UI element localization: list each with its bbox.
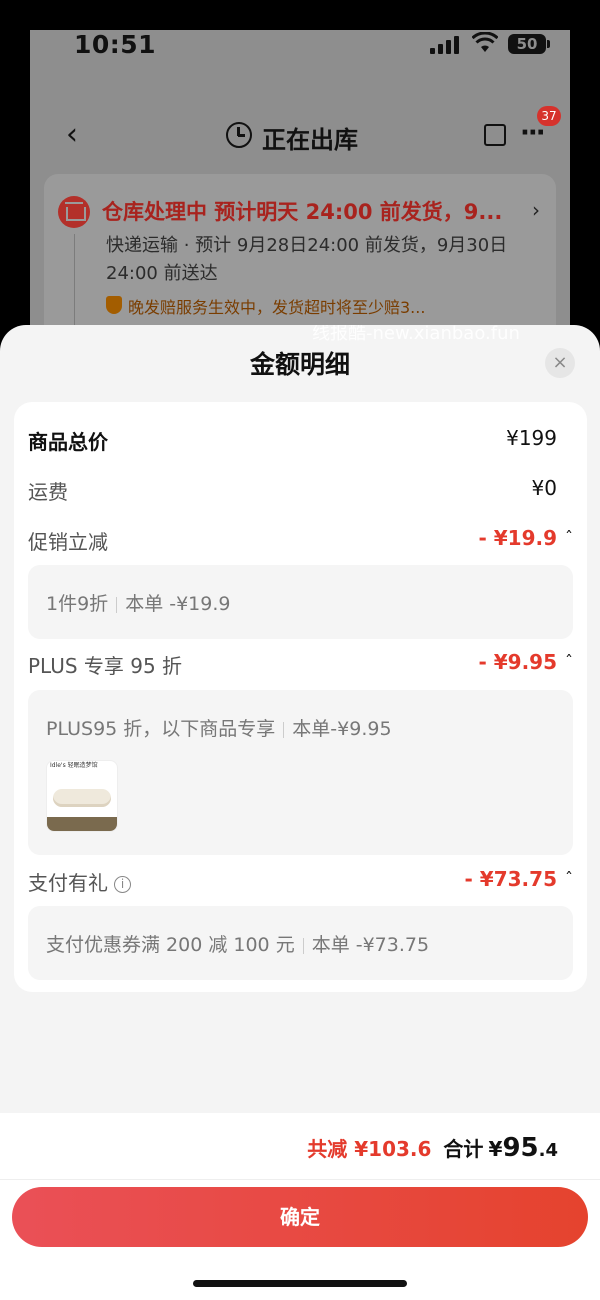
separator (283, 721, 285, 738)
promo-detail-box: 1件9折 本单 -¥19.9 (28, 565, 573, 639)
separator (116, 596, 118, 613)
nav-bar: ‹ 正在出库 ··· 37 (30, 106, 570, 160)
clock-icon (226, 122, 252, 148)
total-saved: 共减 ¥103.6 (307, 1137, 432, 1161)
detail-desc: 支付优惠券满 200 减 100 元 (46, 934, 295, 956)
payment-gift-row[interactable]: 支付有礼 i - ¥73.75 ˆ (28, 867, 573, 897)
sheet-title: 金额明细 (249, 350, 350, 379)
home-indicator[interactable] (193, 1280, 407, 1287)
goods-total-row: 商品总价 ¥199 (28, 426, 573, 456)
status-detail: 快递运输 · 预计 9月28日24:00 前发货，9月30日24:00 前送达 (106, 235, 508, 284)
status-bar: 10:51 50 (30, 30, 570, 70)
detail-desc: 1件9折 (46, 593, 109, 615)
chevron-up-icon[interactable]: ˆ (565, 652, 573, 671)
plus-detail-text: PLUS95 折，以下商品专享 本单-¥9.95 (46, 714, 392, 741)
sheet-footer: 共减 ¥103.6 合计 ¥95.4 确定 (0, 1113, 600, 1300)
page-title: 正在出库 (262, 126, 358, 154)
wifi-icon (472, 32, 498, 52)
notification-badge: 37 (537, 106, 561, 126)
thumb-brand: Idle's 轻眠造梦馆 (50, 762, 98, 769)
warehouse-icon (58, 196, 90, 228)
close-icon[interactable]: × (545, 348, 575, 378)
plus-detail-box: PLUS95 折，以下商品专享 本单-¥9.95 Idle's 轻眠造梦馆 (28, 690, 573, 855)
row-value: ¥0 (531, 476, 557, 500)
status-time: 10:51 (74, 30, 157, 59)
guarantee-text: 晚发赔服务生效中，发货超时将至少赔3... (128, 298, 426, 317)
detail-amount: 本单 -¥73.75 (311, 934, 430, 956)
row-label-text: 支付有礼 (28, 871, 108, 895)
chevron-up-icon[interactable]: ˆ (565, 869, 573, 888)
row-value: - ¥9.95 (478, 650, 557, 674)
row-label: 促销立减 (28, 530, 108, 554)
payment-detail-text: 支付优惠券满 200 减 100 元本单 -¥73.75 (46, 930, 429, 957)
total-integer: 95 (502, 1133, 539, 1163)
row-label: 支付有礼 i (28, 867, 131, 896)
product-thumbnail[interactable]: Idle's 轻眠造梦馆 (46, 760, 118, 832)
shield-icon (106, 296, 122, 314)
total-summary: 共减 ¥103.6 合计 ¥95.4 (307, 1133, 558, 1163)
thumb-banner (47, 817, 117, 831)
promo-detail-text: 1件9折 本单 -¥19.9 (46, 589, 230, 616)
amount-detail-card: 商品总价 ¥199 运费 ¥0 促销立减 - ¥19.9 ˆ 1件9折 本单 -¥… (14, 402, 587, 992)
share-icon[interactable] (484, 124, 506, 146)
status-headline: 仓库处理中 预计明天 24:00 前发货，9... (102, 200, 503, 224)
detail-amount: 本单-¥9.95 (292, 718, 392, 740)
detail-amount: 本单 -¥19.9 (125, 593, 231, 615)
currency-symbol: ¥ (488, 1137, 503, 1161)
separator (302, 937, 304, 954)
chevron-right-icon: › (532, 198, 540, 222)
divider (0, 1179, 600, 1180)
watermark: 线报酷-new.xianbao.fun (312, 325, 520, 344)
row-value: - ¥19.9 (478, 526, 557, 550)
confirm-button[interactable]: 确定 (12, 1187, 588, 1247)
row-label: PLUS 专享 95 折 (28, 654, 183, 678)
info-icon[interactable]: i (114, 876, 131, 893)
total-decimal: .4 (538, 1140, 558, 1161)
shipping-row: 运费 ¥0 (28, 476, 573, 506)
payment-detail-box: 支付优惠券满 200 减 100 元本单 -¥73.75 (28, 906, 573, 980)
promo-row[interactable]: 促销立减 - ¥19.9 ˆ (28, 526, 573, 556)
battery-icon: 50 (508, 34, 550, 54)
total-label: 合计 (443, 1137, 484, 1161)
detail-desc: PLUS95 折，以下商品专享 (46, 718, 276, 740)
chevron-up-icon[interactable]: ˆ (565, 528, 573, 547)
back-icon[interactable]: ‹ (66, 120, 78, 150)
row-value: ¥199 (506, 426, 557, 450)
row-label: 运费 (28, 480, 68, 504)
row-value: - ¥73.75 (464, 867, 557, 891)
pillow-image (53, 789, 111, 807)
signal-icon (430, 36, 462, 54)
plus-row[interactable]: PLUS 专享 95 折 - ¥9.95 ˆ (28, 650, 573, 680)
row-label: 商品总价 (28, 430, 108, 454)
amount-detail-sheet: 线报酷-new.xianbao.fun 金额明细 × 商品总价 ¥199 运费 … (0, 325, 600, 1300)
